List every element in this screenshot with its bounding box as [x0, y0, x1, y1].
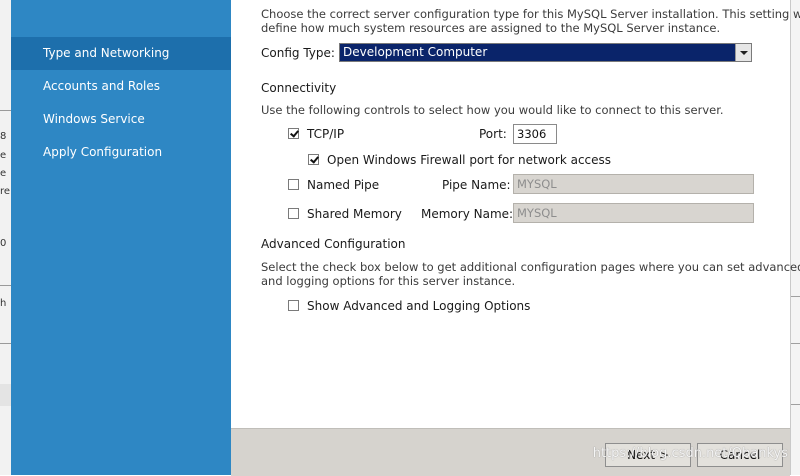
background-divider — [791, 404, 800, 405]
firewall-checkbox[interactable] — [308, 154, 319, 165]
background-band — [0, 384, 11, 406]
advanced-options-checkbox[interactable] — [288, 300, 299, 311]
pipe-name-input[interactable]: MYSQL — [513, 174, 754, 194]
connectivity-heading: Connectivity — [261, 81, 337, 95]
sidebar-item-type-and-networking[interactable]: Type and Networking — [11, 37, 231, 70]
background-text-fragment: 0 — [0, 238, 7, 249]
firewall-label[interactable]: Open Windows Firewall port for network a… — [327, 153, 611, 167]
background-window-right-edge — [790, 0, 800, 475]
memory-name-input[interactable]: MYSQL — [513, 203, 754, 223]
background-text-fragment: e — [0, 150, 7, 161]
shared-memory-checkbox[interactable] — [288, 208, 299, 219]
sidebar-item-label: Accounts and Roles — [43, 79, 161, 93]
named-pipe-label[interactable]: Named Pipe — [307, 178, 379, 192]
background-text-fragment: h — [0, 298, 7, 309]
advanced-options-label[interactable]: Show Advanced and Logging Options — [307, 299, 530, 313]
background-divider — [0, 343, 11, 344]
sidebar-item-apply-configuration[interactable]: Apply Configuration — [11, 136, 231, 169]
sidebar-item-label: Windows Service — [43, 112, 145, 126]
background-divider — [0, 285, 11, 286]
background-text-fragment: 8 — [0, 131, 7, 142]
chevron-down-icon[interactable] — [735, 44, 751, 61]
config-description-line-2: define how much system resources are ass… — [261, 21, 721, 35]
sidebar-item-accounts-and-roles[interactable]: Accounts and Roles — [11, 70, 231, 103]
config-description-line-1: Choose the correct server configuration … — [261, 7, 800, 21]
pipe-name-label: Pipe Name: — [442, 178, 511, 192]
sidebar-item-label: Apply Configuration — [43, 145, 163, 159]
tcpip-label[interactable]: TCP/IP — [307, 127, 344, 141]
connectivity-description: Use the following controls to select how… — [261, 103, 724, 117]
config-type-select[interactable]: Development Computer — [339, 43, 752, 62]
wizard-sidebar: Type and Networking Accounts and Roles W… — [11, 0, 231, 475]
wizard-content: Choose the correct server configuration … — [231, 0, 800, 428]
advanced-description-line-2: and logging options for this server inst… — [261, 274, 516, 288]
config-type-label: Config Type: — [261, 46, 335, 60]
wizard-footer: Next > Cancel — [231, 428, 790, 476]
cancel-button[interactable]: Cancel — [697, 443, 783, 467]
background-text-fragment: re — [0, 186, 11, 197]
memory-name-label: Memory Name: — [421, 207, 514, 221]
sidebar-item-label: Type and Networking — [43, 46, 170, 60]
port-label: Port: — [479, 127, 507, 141]
background-divider — [0, 110, 11, 111]
tcpip-checkbox[interactable] — [288, 128, 299, 139]
next-button[interactable]: Next > — [605, 443, 691, 467]
background-divider — [791, 296, 800, 297]
config-type-value: Development Computer — [343, 45, 488, 59]
shared-memory-label[interactable]: Shared Memory — [307, 207, 402, 221]
background-divider — [791, 343, 800, 344]
background-text-fragment: e — [0, 168, 7, 179]
advanced-heading: Advanced Configuration — [261, 237, 406, 251]
named-pipe-checkbox[interactable] — [288, 179, 299, 190]
sidebar-item-windows-service[interactable]: Windows Service — [11, 103, 231, 136]
advanced-description-line-1: Select the check box below to get additi… — [261, 260, 800, 274]
background-window-left-edge: 8 e e re 0 h — [0, 0, 11, 475]
port-input[interactable]: 3306 — [513, 124, 557, 144]
